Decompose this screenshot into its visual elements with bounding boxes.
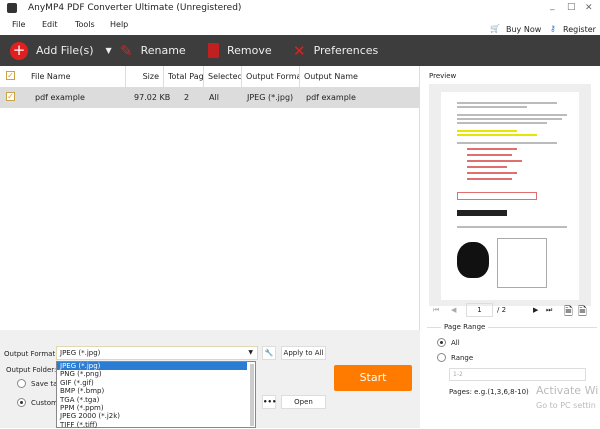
app-logo-icon (7, 3, 17, 13)
select-all-checkbox[interactable]: ✓ (6, 71, 15, 80)
apply-to-all-button[interactable]: Apply to All (281, 346, 326, 360)
window-title: AnyMP4 PDF Converter Ultimate (Unregiste… (28, 3, 242, 13)
header-file-name[interactable]: File Name (27, 66, 126, 87)
trash-icon (208, 43, 219, 58)
tools-icon: ✕ (293, 41, 306, 60)
rename-button[interactable]: ✎ Rename (120, 35, 186, 66)
cell-selected: All (209, 93, 219, 102)
open-button[interactable]: Open (281, 395, 326, 409)
cell-total-pages: 2 (184, 93, 190, 102)
activate-windows-subtext: Go to PC settin (536, 401, 596, 410)
format-dropdown-list: JPEG (*.jpg) PNG (*.png) GIF (*.gif) BMP… (56, 361, 256, 429)
page-range-range-radio[interactable] (437, 353, 446, 362)
browse-button[interactable]: ••• (262, 395, 276, 409)
apple-logo-image (457, 242, 489, 278)
key-icon: ⚷ (550, 24, 556, 33)
cell-file-name: pdf example (35, 93, 85, 102)
preview-panel: Preview ⏮ ◀ 1 / 2 ▶ ⏭ 🗎 🗎 Page Range All… (421, 66, 600, 428)
output-format-select[interactable]: JPEG (*.jpg) ▼ (56, 346, 258, 360)
chevron-down-icon[interactable]: ▼ (106, 46, 112, 55)
menu-tools[interactable]: Tools (75, 20, 95, 29)
menu-bar: File Edit Tools Help 🛒 Buy Now ⚷ Registe… (0, 17, 600, 35)
format-option[interactable]: PPM (*.ppm) (57, 404, 255, 412)
menu-help[interactable]: Help (110, 20, 128, 29)
output-folder-label: Output Folder: (6, 366, 57, 374)
format-option[interactable]: JPEG (*.jpg) (57, 362, 247, 371)
document-export-icon[interactable]: 🗎 (578, 303, 587, 322)
page-range-all-label: All (451, 339, 460, 347)
customize-radio[interactable] (17, 398, 26, 407)
format-option[interactable]: TGA (*.tga) (57, 396, 255, 404)
close-button[interactable]: ✕ (585, 3, 593, 13)
buy-now-link[interactable]: Buy Now (506, 25, 541, 34)
prev-page-icon[interactable]: ◀ (451, 306, 456, 314)
output-format-label: Output Format: (4, 350, 58, 358)
format-option[interactable]: GIF (*.gif) (57, 379, 255, 387)
format-option[interactable]: JPEG 2000 (*.j2k) (57, 412, 255, 420)
minimize-button[interactable]: _ (550, 1, 555, 11)
activate-windows-watermark: Activate Wi (536, 384, 599, 397)
page-range-input[interactable]: 1-2 (449, 368, 586, 381)
cell-output-name: pdf example (306, 93, 356, 102)
toolbar: + Add File(s) ▼ ✎ Rename Remove ✕ Prefer… (0, 35, 600, 66)
chevron-down-icon: ▼ (248, 349, 253, 356)
header-size[interactable]: Size (126, 66, 164, 87)
maximize-button[interactable]: □ (567, 2, 576, 12)
header-output-name[interactable]: Output Name (300, 66, 419, 87)
menu-file[interactable]: File (12, 20, 25, 29)
wrench-icon: 🔧 (264, 349, 274, 357)
header-selected[interactable]: Selected (204, 66, 242, 87)
dropdown-scrollbar[interactable] (250, 364, 254, 426)
page-range-range-label: Range (451, 354, 474, 362)
header-output-format[interactable]: Output Forma (242, 66, 300, 87)
page-total: / 2 (497, 306, 507, 314)
next-page-icon[interactable]: ▶ (533, 306, 538, 314)
page-range-title: Page Range (441, 323, 489, 331)
plus-circle-icon: + (10, 41, 28, 60)
save-target-label: Save ta (31, 380, 58, 388)
last-page-icon[interactable]: ⏭ (546, 306, 552, 315)
save-target-radio[interactable] (17, 379, 26, 388)
add-files-button[interactable]: + Add File(s) ▼ (10, 35, 112, 66)
format-option[interactable]: PNG (*.png) (57, 370, 255, 378)
title-bar: AnyMP4 PDF Converter Ultimate (Unregiste… (0, 0, 600, 17)
preview-label: Preview (429, 72, 457, 80)
pencil-icon: ✎ (120, 41, 133, 60)
format-settings-button[interactable]: 🔧 (262, 346, 276, 360)
row-checkbox[interactable]: ✓ (6, 92, 15, 101)
format-option[interactable]: BMP (*.bmp) (57, 387, 255, 395)
document-icon[interactable]: 🗎 (564, 303, 573, 322)
header-total-pages[interactable]: Total Pag (164, 66, 204, 87)
page-range-hint: Pages: e.g.(1,3,6,8-10) (449, 388, 529, 396)
cell-size: 97.02 KB (134, 93, 171, 102)
page-number-input[interactable]: 1 (466, 303, 493, 317)
first-page-icon[interactable]: ⏮ (433, 306, 439, 315)
preferences-button[interactable]: ✕ Preferences (293, 35, 378, 66)
start-button[interactable]: Start (334, 365, 412, 391)
remove-button[interactable]: Remove (208, 35, 272, 66)
preview-page-thumbnail (441, 92, 579, 300)
page-range-all-radio[interactable] (437, 338, 446, 347)
cart-icon: 🛒 (490, 24, 500, 33)
register-link[interactable]: Register (563, 25, 596, 34)
menu-edit[interactable]: Edit (42, 20, 58, 29)
preview-frame (429, 84, 591, 306)
cell-output-format: JPEG (*.jpg) (247, 93, 294, 102)
